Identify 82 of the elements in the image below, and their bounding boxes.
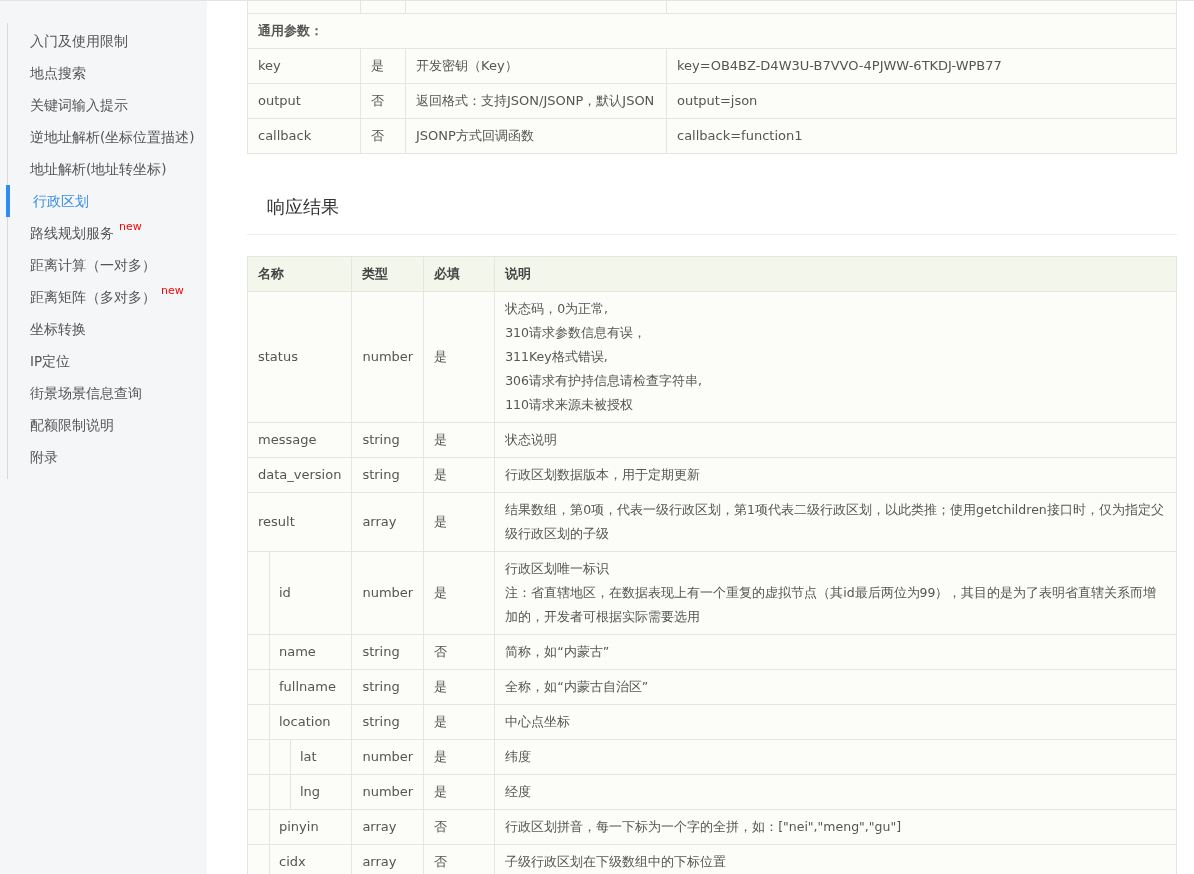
- table-cell: message: [247, 422, 352, 458]
- table-cell: 是: [423, 704, 495, 740]
- table-cell-text: 行政区划数据版本，用于定期更新: [505, 466, 702, 484]
- table-cell: string: [351, 422, 424, 458]
- table-cell: JSONP方式回调函数: [405, 118, 667, 154]
- table-cell: callback=function1: [666, 118, 1177, 154]
- table-cell: string: [351, 634, 424, 670]
- table-cell: 是: [423, 422, 495, 458]
- table-cell: 是: [423, 551, 495, 635]
- table-cell: output: [247, 83, 361, 119]
- table-cell: string: [351, 669, 424, 705]
- table-cell-text: 311Key格式错误,: [505, 348, 609, 366]
- table-cell: number: [351, 739, 424, 775]
- sidebar-item[interactable]: 街景场景信息查询: [8, 377, 207, 409]
- column-header: 说明: [494, 256, 1177, 292]
- section-heading: 响应结果: [267, 195, 340, 219]
- table-cell-text: 行政区划唯一标识: [505, 560, 611, 578]
- sidebar-item[interactable]: 配额限制说明: [8, 409, 207, 441]
- table-cell: 是: [423, 669, 495, 705]
- table-cell: lat: [247, 739, 352, 775]
- table-cell-text: 状态说明: [505, 431, 559, 449]
- table-cell: 是: [423, 291, 495, 423]
- sidebar-item[interactable]: 地点搜索: [8, 57, 207, 89]
- table-cell: 是: [423, 774, 495, 810]
- table-cell-text: 简称，如“内蒙古”: [505, 643, 611, 661]
- column-header: 必填: [423, 256, 495, 292]
- table-cell: 否: [360, 118, 406, 154]
- table-cell: number: [351, 774, 424, 810]
- sidebar-item[interactable]: 附录: [8, 441, 207, 473]
- table-cell-text: 行政区划拼音，每一下标为一个字的全拼，如：["nei","meng","gu"]: [505, 818, 903, 836]
- sidebar-item[interactable]: 路线规划服务 $^{new}$: [8, 217, 207, 249]
- sidebar-item[interactable]: IP定位: [8, 345, 207, 377]
- table-cell: output=json: [666, 83, 1177, 119]
- table-cell-text: 注：省直辖地区，在数据表现上有一个重复的虚拟节点（其id最后两位为99），其目的是为了表明省直辖关系而增加的，开发者可根据实际需要选用: [505, 584, 1158, 626]
- table-cell: pinyin: [247, 809, 352, 845]
- table-cell: fullname: [247, 669, 352, 705]
- table-cell-text: 中心点坐标: [505, 713, 572, 731]
- sidebar-item[interactable]: 距离矩阵（多对多） $^{new}$: [8, 281, 207, 313]
- sidebar-item[interactable]: 逆地址解析(坐标位置描述): [8, 121, 207, 153]
- table-cell: id: [247, 551, 352, 635]
- sidebar-item[interactable]: 距离计算（一对多）: [8, 249, 207, 281]
- table-cell-text: 子级行政区划在下级数组中的下标位置: [505, 853, 728, 871]
- table-cell: key: [247, 48, 361, 84]
- table-cell: cidx: [247, 844, 352, 874]
- column-header: 名称: [247, 256, 352, 292]
- table-cell: number: [351, 291, 424, 423]
- table-cell-text: 306请求有护持信息请检查字符串,: [505, 372, 703, 390]
- table-cell: 开发密钥（Key）: [405, 48, 667, 84]
- table-cell: array: [351, 492, 424, 552]
- table-cell: string: [351, 457, 424, 493]
- table-cell: location: [247, 704, 352, 740]
- sidebar-item[interactable]: 地址解析(地址转坐标): [8, 153, 207, 185]
- table-cell: lng: [247, 774, 352, 810]
- section-title: 通用参数：: [247, 13, 1177, 49]
- table-cell: data_version: [247, 457, 352, 493]
- table-cell-text: 经度: [505, 783, 533, 801]
- table-cell-text: 310请求参数信息有误，: [505, 324, 647, 342]
- table-cell: status: [247, 291, 352, 423]
- column-header: 类型: [351, 256, 424, 292]
- table-cell: string: [351, 704, 424, 740]
- table-cell: 返回格式：支持JSON/JSONP，默认JSON: [405, 83, 667, 119]
- table-cell: 是: [360, 48, 406, 84]
- table-cell-text: 全称，如“内蒙古自治区”: [505, 678, 650, 696]
- table-cell: array: [351, 809, 424, 845]
- table-cell: 否: [423, 634, 495, 670]
- table-cell-text: 状态码，0为正常,: [505, 300, 610, 318]
- table-cell: 是: [423, 457, 495, 493]
- sidebar-item[interactable]: 关键词输入提示: [8, 89, 207, 121]
- table-cell: 是: [423, 492, 495, 552]
- table-cell-text: 结果数组，第0项，代表一级行政区划，第1项代表二级行政区划，以此类推；使用getchildren接口时，仅为指定父级行政区划的子级: [505, 501, 1165, 543]
- table-cell: key=OB4BZ-D4W3U-B7VVO-4PJWW-6TKDJ-WPB77: [666, 48, 1177, 84]
- sidebar-item[interactable]: 坐标转换: [8, 313, 207, 345]
- table-cell: 否: [360, 83, 406, 119]
- table-cell-text: 110请求来源未被授权: [505, 396, 634, 414]
- table-cell: name: [247, 634, 352, 670]
- table-cell: callback: [247, 118, 361, 154]
- table-cell: number: [351, 551, 424, 635]
- table-cell: result: [247, 492, 352, 552]
- table-cell-text: 纬度: [505, 748, 533, 766]
- table-cell: 否: [423, 809, 495, 845]
- sidebar-item[interactable]: 入门及使用限制: [8, 25, 207, 57]
- table-cell: 是: [423, 739, 495, 775]
